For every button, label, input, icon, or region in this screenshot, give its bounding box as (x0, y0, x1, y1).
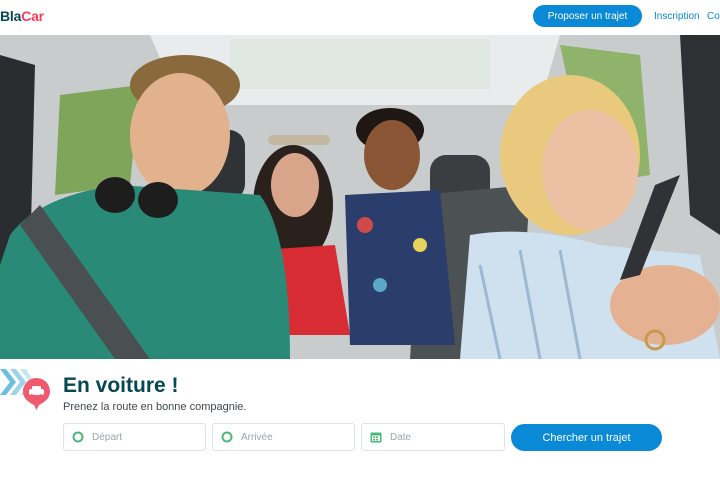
circle-icon (221, 431, 233, 443)
logo-text-bla: Bla (0, 8, 22, 24)
page-title: En voiture ! (63, 374, 179, 397)
date-field[interactable] (361, 423, 505, 451)
arrival-field[interactable] (212, 423, 355, 451)
top-header: BlaCar Proposer un trajet Inscription Co (0, 0, 720, 35)
date-input[interactable] (390, 431, 490, 443)
arrival-input[interactable] (241, 431, 341, 443)
page-subtitle: Prenez la route en bonne compagnie. (63, 401, 247, 413)
offer-ride-button[interactable]: Proposer un trajet (533, 5, 642, 27)
logo-text-car: Car (21, 8, 44, 24)
departure-field[interactable] (63, 423, 206, 451)
login-link[interactable]: Co (707, 11, 720, 22)
blablacar-logo[interactable]: BlaCar (0, 8, 44, 24)
departure-input[interactable] (92, 431, 192, 443)
search-ride-button[interactable]: Chercher un trajet (511, 424, 662, 451)
calendar-icon (370, 431, 382, 443)
people-in-car-photo (0, 35, 720, 359)
circle-icon (72, 431, 84, 443)
signup-link[interactable]: Inscription (654, 11, 700, 22)
car-pin-icon (23, 378, 50, 410)
hero-image (0, 35, 720, 359)
